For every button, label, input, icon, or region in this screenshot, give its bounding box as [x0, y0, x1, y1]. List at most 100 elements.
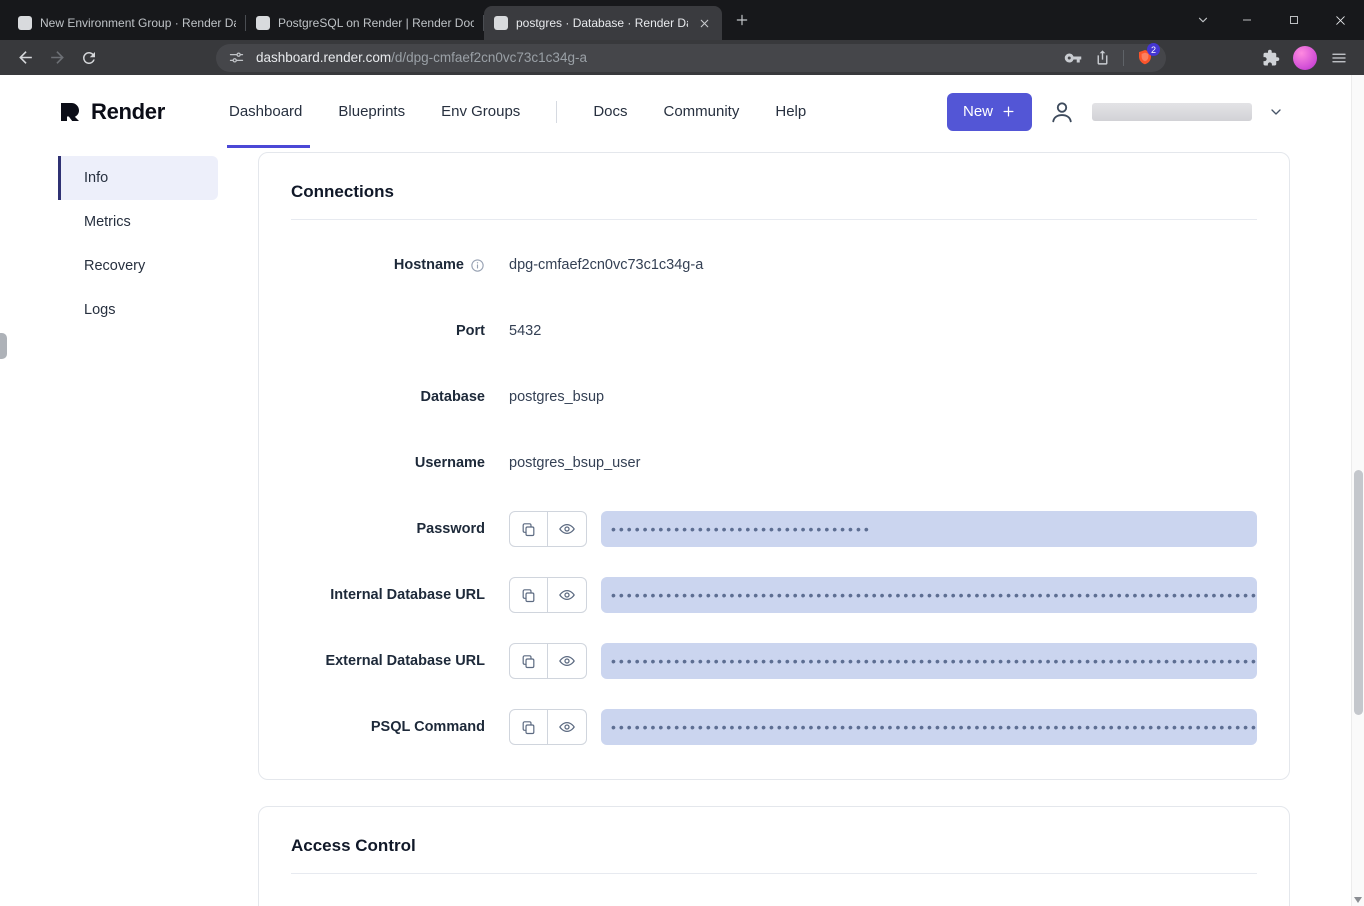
avatar [1293, 46, 1317, 70]
site-settings-icon[interactable] [228, 49, 246, 67]
connection-field-label: Password [417, 521, 486, 537]
nav-item-help[interactable]: Help [775, 75, 806, 148]
nav-item-label: Community [664, 103, 740, 120]
access-control-title: Access Control [259, 807, 1289, 873]
reload-button[interactable] [74, 43, 104, 73]
secret-controls: ••••••••••••••••••••••••••••••••••••••••… [509, 643, 1257, 679]
copy-button[interactable] [509, 709, 548, 745]
nav-item-community[interactable]: Community [664, 75, 740, 148]
connection-field-label: Hostname [394, 257, 464, 273]
url-text: dashboard.render.com/d/dpg-cmfaef2cn0vc7… [256, 50, 1054, 65]
nav-item-dashboard[interactable]: Dashboard [229, 75, 302, 148]
connections-rows: Hostname dpg-cmfaef2cn0vc73c1c34g-a Port… [259, 220, 1289, 760]
masked-dots: ••••••••••••••••••••••••••••••••••••••••… [611, 654, 1257, 668]
scrollbar-down-arrow[interactable] [1354, 897, 1362, 903]
window-controls [1223, 0, 1364, 40]
sidebar: Info Metrics Recovery Logs [58, 156, 218, 332]
page-scrollbar[interactable] [1351, 75, 1364, 906]
url-host: dashboard.render.com [256, 50, 391, 65]
connection-row: PSQL Command •••••••••••••••••••••••••••… [291, 694, 1257, 760]
sidebar-item-label: Logs [84, 302, 115, 318]
sidebar-item-info[interactable]: Info [58, 156, 218, 200]
render-brand-name: Render [91, 99, 165, 125]
tab-favicon [18, 16, 32, 30]
close-window-button[interactable] [1317, 0, 1364, 40]
browser-sidebar-handle[interactable] [0, 333, 7, 359]
url-path: /d/dpg-cmfaef2cn0vc73c1c34g-a [391, 50, 587, 65]
connection-field-label: Database [421, 389, 485, 405]
connection-field-value: postgres_bsup_user [509, 455, 640, 471]
account-name-redacted [1092, 103, 1252, 121]
sidebar-item-logs[interactable]: Logs [58, 288, 218, 332]
account-chevron-down-icon[interactable] [1268, 104, 1284, 120]
info-icon[interactable] [470, 258, 485, 273]
connection-row: Username postgres_bsup_user [291, 430, 1257, 496]
omnibox-divider [1123, 50, 1124, 66]
nav-item-blueprints[interactable]: Blueprints [338, 75, 405, 148]
browser-tab-strip: New Environment Group · Render Das Postg… [0, 0, 1364, 40]
sidebar-item-recovery[interactable]: Recovery [58, 244, 218, 288]
connection-row: Password •••••••••••••••••••••••••••••••… [291, 496, 1257, 562]
copy-button[interactable] [509, 511, 548, 547]
sidebar-item-label: Info [84, 170, 108, 186]
nav-item-label: Dashboard [229, 103, 302, 120]
connection-row: External Database URL ••••••••••••••••••… [291, 628, 1257, 694]
connection-field-label: PSQL Command [371, 719, 485, 735]
minimize-button[interactable] [1223, 0, 1270, 40]
reveal-eye-button[interactable] [548, 511, 587, 547]
secret-controls: ••••••••••••••••••••••••••••••••••••••••… [509, 709, 1257, 745]
copy-button[interactable] [509, 577, 548, 613]
masked-dots: ••••••••••••••••••••••••••••••••••••••••… [611, 588, 1257, 602]
browser-tab[interactable]: postgres · Database · Render Da [484, 6, 722, 40]
browser-tab[interactable]: PostgreSQL on Render | Render Docs [246, 6, 484, 40]
address-bar[interactable]: dashboard.render.com/d/dpg-cmfaef2cn0vc7… [216, 44, 1166, 72]
tab-list-chevron-button[interactable] [1183, 0, 1223, 40]
masked-value-field[interactable]: ••••••••••••••••••••••••••••••••••••••••… [601, 709, 1257, 745]
nav-item-env-groups[interactable]: Env Groups [441, 75, 520, 148]
scrollbar-thumb[interactable] [1354, 470, 1363, 715]
account-person-icon[interactable] [1048, 98, 1076, 126]
password-key-icon[interactable] [1064, 49, 1082, 67]
tab-favicon [256, 16, 270, 30]
tab-favicon [494, 16, 508, 30]
tab-close-icon[interactable] [696, 15, 712, 31]
sidebar-item-metrics[interactable]: Metrics [58, 200, 218, 244]
sidebar-item-label: Recovery [84, 258, 145, 274]
reveal-eye-button[interactable] [548, 709, 587, 745]
nav-item-label: Help [775, 103, 806, 120]
reveal-eye-button[interactable] [548, 643, 587, 679]
connection-field-value: postgres_bsup [509, 389, 604, 405]
plus-icon [1001, 104, 1016, 119]
maximize-button[interactable] [1270, 0, 1317, 40]
nav-divider [556, 101, 557, 123]
connection-row: Internal Database URL ••••••••••••••••••… [291, 562, 1257, 628]
menu-button[interactable] [1324, 43, 1354, 73]
copy-button[interactable] [509, 643, 548, 679]
connection-field-label: Port [456, 323, 485, 339]
extensions-icon[interactable] [1256, 43, 1286, 73]
connection-field-value: dpg-cmfaef2cn0vc73c1c34g-a [509, 257, 703, 273]
masked-value-field[interactable]: ••••••••••••••••••••••••••••••••••••••••… [601, 577, 1257, 613]
render-logo[interactable]: Render [58, 99, 165, 125]
nav-item-label: Docs [593, 103, 627, 120]
tab-strip-tabs: New Environment Group · Render Das Postg… [8, 6, 722, 40]
connection-field-label: External Database URL [325, 653, 485, 669]
share-icon[interactable] [1094, 49, 1111, 66]
brave-shield-icon[interactable]: 2 [1136, 48, 1154, 67]
nav-item-docs[interactable]: Docs [593, 75, 627, 148]
new-tab-button[interactable] [728, 6, 756, 34]
connection-field-label: Username [415, 455, 485, 471]
browser-tab[interactable]: New Environment Group · Render Das [8, 6, 246, 40]
masked-value-field[interactable]: ••••••••••••••••••••••••••••••••••••••••… [601, 643, 1257, 679]
render-dashboard-page: Render Dashboard Blueprints Env Groups D… [0, 75, 1364, 906]
new-button[interactable]: New [947, 93, 1032, 131]
back-button[interactable] [10, 43, 40, 73]
connection-field-value: 5432 [509, 323, 541, 339]
nav-item-label: Blueprints [338, 103, 405, 120]
profile-avatar[interactable] [1290, 43, 1320, 73]
reveal-eye-button[interactable] [548, 577, 587, 613]
shield-badge: 2 [1147, 43, 1160, 56]
masked-value-field[interactable]: ••••••••••••••••••••••••••••••••• [601, 511, 1257, 547]
forward-button[interactable] [42, 43, 72, 73]
connections-title: Connections [259, 153, 1289, 219]
